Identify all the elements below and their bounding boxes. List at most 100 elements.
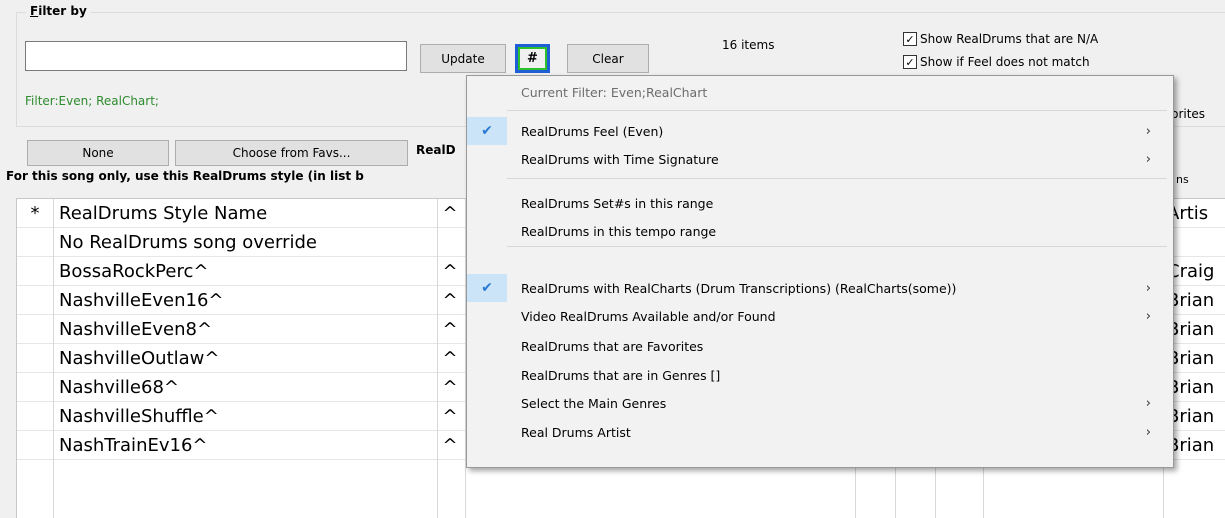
checkmark-icon bbox=[467, 332, 507, 360]
checkmark-icon bbox=[467, 302, 507, 330]
submenu-arrow-icon: › bbox=[1145, 395, 1151, 411]
menu-item-label: Select the Main Genres bbox=[521, 395, 667, 411]
filter-legend-text: ilter by bbox=[38, 4, 87, 18]
checkmark-icon bbox=[467, 389, 507, 417]
menu-item-label: RealDrums with Time Signature bbox=[521, 151, 719, 167]
current-filter-label: Current Filter: Even;RealChart bbox=[521, 84, 708, 100]
menu-item-label: RealDrums that are Favorites bbox=[521, 338, 704, 354]
checkbox-checked-icon[interactable]: ✓ bbox=[903, 55, 917, 69]
style-name-cell: NashvilleEven16^ bbox=[59, 290, 224, 311]
column-divider bbox=[437, 199, 438, 518]
choose-from-favs-button[interactable]: Choose from Favs... bbox=[175, 140, 408, 166]
favorite-cell bbox=[17, 431, 53, 460]
caret-cell: ^ bbox=[442, 319, 458, 340]
menu-item[interactable]: RealDrums with Time Signature › bbox=[467, 145, 1173, 173]
caret-cell: ^ bbox=[442, 406, 458, 427]
style-name-cell: NashvilleEven8^ bbox=[59, 319, 213, 340]
filter-text-input[interactable] bbox=[25, 41, 407, 71]
menu-item[interactable]: Real Drums Artist › bbox=[467, 418, 1173, 446]
checkmark-icon: ✔ bbox=[467, 274, 507, 302]
artist-cell: Brian bbox=[1167, 319, 1215, 340]
artist-cell: Brian bbox=[1167, 290, 1215, 311]
favorite-cell bbox=[17, 373, 53, 402]
style-name-cell: No RealDrums song override bbox=[59, 232, 317, 253]
checkmark-icon bbox=[467, 418, 507, 446]
menu-separator bbox=[507, 246, 1167, 247]
column-header-favorite[interactable]: * bbox=[17, 199, 53, 228]
artist-cell: Craig bbox=[1167, 261, 1215, 282]
artist-cell: Brian bbox=[1167, 435, 1215, 456]
column-header-style-name[interactable]: RealDrums Style Name bbox=[59, 199, 439, 228]
submenu-arrow-icon: › bbox=[1145, 280, 1151, 296]
hash-filter-button[interactable]: # bbox=[515, 44, 550, 73]
style-name-cell: NashvilleOutlaw^ bbox=[59, 348, 220, 369]
style-name-cell: Nashville68^ bbox=[59, 377, 179, 398]
menu-item-label: RealDrums with RealCharts (Drum Transcri… bbox=[521, 280, 957, 296]
menu-separator bbox=[507, 178, 1167, 179]
menu-item[interactable]: ✔ RealDrums Feel (Even) › bbox=[467, 117, 1173, 145]
checkbox-checked-icon[interactable]: ✓ bbox=[903, 32, 917, 46]
none-button[interactable]: None bbox=[27, 140, 169, 166]
menu-item[interactable]: Select the Main Genres › bbox=[467, 389, 1173, 417]
menu-item-label: Video RealDrums Available and/or Found bbox=[521, 308, 776, 324]
menu-item[interactable]: RealDrums Set#s in this range bbox=[467, 189, 1173, 217]
menu-item-label: RealDrums in this tempo range bbox=[521, 223, 717, 239]
favorite-cell bbox=[17, 402, 53, 431]
filter-context-menu[interactable]: Current Filter: Even;RealChart ✔ RealDrum… bbox=[466, 75, 1174, 468]
submenu-arrow-icon: › bbox=[1145, 308, 1151, 324]
submenu-arrow-icon: › bbox=[1145, 151, 1151, 167]
column-header-artist[interactable]: Artis bbox=[1167, 199, 1225, 228]
caret-cell: ^ bbox=[442, 348, 458, 369]
clear-button[interactable]: Clear bbox=[567, 44, 649, 73]
favorite-cell bbox=[17, 286, 53, 315]
favorite-cell bbox=[17, 344, 53, 373]
checkmark-icon: ✔ bbox=[467, 117, 507, 145]
column-divider bbox=[53, 199, 54, 518]
artist-cell: Brian bbox=[1167, 406, 1215, 427]
menu-item[interactable]: RealDrums that are Favorites bbox=[467, 332, 1173, 360]
column-header-caret[interactable]: ^ bbox=[439, 199, 461, 228]
favorite-cell bbox=[17, 257, 53, 286]
artist-cell: Brian bbox=[1167, 348, 1215, 369]
checkmark-icon bbox=[467, 217, 507, 245]
menu-item[interactable]: RealDrums that are in Genres [] bbox=[467, 361, 1173, 389]
submenu-arrow-icon: › bbox=[1145, 424, 1151, 440]
favorite-cell bbox=[17, 228, 53, 257]
filter-by-legend: Filter by bbox=[26, 4, 91, 18]
artist-cell: Brian bbox=[1167, 377, 1215, 398]
items-label-fragment: ns bbox=[1176, 173, 1189, 186]
checkmark-icon bbox=[467, 189, 507, 217]
style-name-cell: NashTrainEv16^ bbox=[59, 435, 208, 456]
menu-item-label: RealDrums that are in Genres [] bbox=[521, 367, 721, 383]
filter-status-text: Filter:Even; RealChart; bbox=[25, 94, 159, 108]
favorite-cell bbox=[17, 315, 53, 344]
show-feel-mismatch-checkbox[interactable]: ✓ Show if Feel does not match bbox=[903, 55, 1090, 69]
menu-item-label: RealDrums Feel (Even) bbox=[521, 123, 664, 139]
menu-item[interactable]: Video RealDrums Available and/or Found › bbox=[467, 302, 1173, 330]
style-name-cell: BossaRockPerc^ bbox=[59, 261, 209, 282]
menu-item-label: Real Drums Artist bbox=[521, 424, 631, 440]
song-override-label: For this song only, use this RealDrums s… bbox=[6, 169, 364, 183]
caret-cell: ^ bbox=[442, 290, 458, 311]
menu-item[interactable]: ✔ RealDrums with RealCharts (Drum Transcr… bbox=[467, 274, 1173, 302]
realdrums-label-fragment: RealD bbox=[416, 143, 456, 157]
submenu-arrow-icon: › bbox=[1145, 123, 1151, 139]
show-na-checkbox[interactable]: ✓ Show RealDrums that are N/A bbox=[903, 32, 1098, 46]
show-na-label: Show RealDrums that are N/A bbox=[920, 32, 1099, 46]
checkmark-icon bbox=[467, 361, 507, 389]
update-button[interactable]: Update bbox=[420, 44, 506, 73]
items-count: 16 items bbox=[722, 38, 775, 52]
menu-current-filter: Current Filter: Even;RealChart bbox=[467, 78, 1173, 106]
show-feel-label: Show if Feel does not match bbox=[920, 55, 1090, 69]
caret-cell: ^ bbox=[442, 435, 458, 456]
checkmark-icon bbox=[467, 145, 507, 173]
caret-cell: ^ bbox=[442, 377, 458, 398]
caret-cell: ^ bbox=[442, 261, 458, 282]
filter-legend-accelerator: F bbox=[30, 4, 39, 18]
menu-separator bbox=[507, 110, 1167, 111]
style-name-cell: NashvilleShuffle^ bbox=[59, 406, 219, 427]
menu-item[interactable]: RealDrums in this tempo range bbox=[467, 217, 1173, 245]
caret-cell bbox=[439, 228, 461, 257]
menu-item-label: RealDrums Set#s in this range bbox=[521, 195, 714, 211]
artist-cell bbox=[1167, 228, 1225, 257]
